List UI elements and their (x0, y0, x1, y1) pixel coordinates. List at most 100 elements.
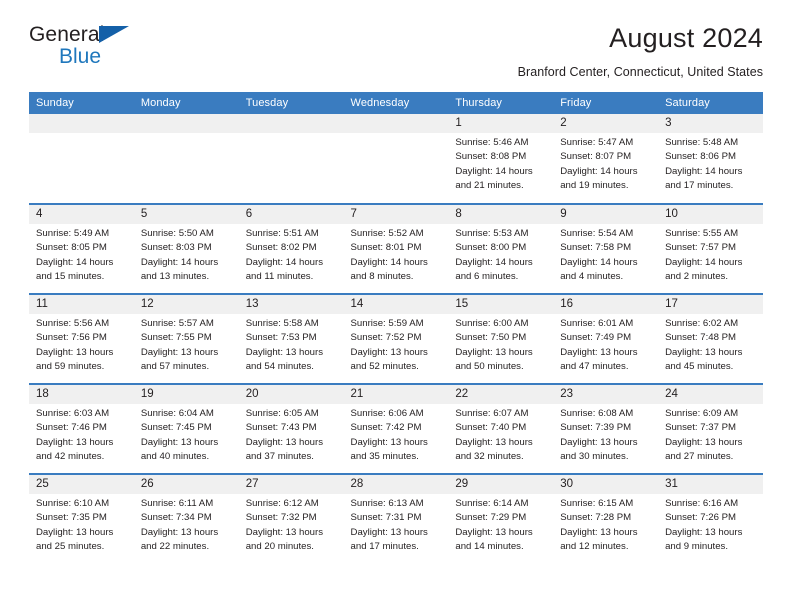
calendar-day-cell[interactable]: 14 Sunrise: 5:59 AM Sunset: 7:52 PM Dayligh… (343, 293, 449, 384)
calendar-day-cell[interactable]: 2 Sunrise: 5:47 AM Sunset: 8:07 PM Daylight… (553, 114, 659, 204)
day-details: Sunrise: 6:11 AM Sunset: 7:34 PM Daylight:… (134, 494, 239, 554)
calendar-day-cell[interactable]: 31 Sunrise: 6:16 AM Sunset: 7:26 PM Dayligh… (658, 473, 763, 564)
day-details: Sunrise: 6:14 AM Sunset: 7:29 PM Daylight:… (448, 494, 553, 554)
day-number: 7 (343, 205, 449, 224)
sunset-time: Sunset: 8:01 PM (350, 242, 422, 254)
day-number: 26 (133, 475, 239, 494)
day-details: Sunrise: 6:12 AM Sunset: 7:32 PM Daylight:… (239, 494, 344, 554)
daylight-duration-line2: and 20 minutes. (245, 540, 314, 552)
day-details: Sunrise: 6:00 AM Sunset: 7:50 PM Daylight:… (448, 314, 553, 374)
daylight-duration-line2: and 52 minutes. (350, 360, 419, 372)
daylight-duration-line2: and 13 minutes. (140, 270, 210, 282)
calendar-day-cell[interactable]: 30 Sunrise: 6:15 AM Sunset: 7:28 PM Dayligh… (553, 473, 659, 564)
daylight-duration-line1: Daylight: 13 hours (36, 436, 114, 448)
sunset-time: Sunset: 8:08 PM (455, 151, 527, 163)
day-details: Sunrise: 6:07 AM Sunset: 7:40 PM Daylight:… (448, 404, 553, 464)
sunrise-time: Sunrise: 5:53 AM (455, 228, 529, 239)
calendar-day-cell[interactable]: 5 Sunrise: 5:50 AM Sunset: 8:03 PM Daylight… (133, 203, 239, 294)
sunrise-time: Sunrise: 5:54 AM (560, 228, 634, 239)
weekday-header-monday: Monday (133, 92, 239, 114)
daylight-duration-line2: and 42 minutes. (36, 450, 105, 462)
calendar-day-cell[interactable]: 1 Sunrise: 5:46 AM Sunset: 8:08 PM Daylight… (448, 114, 554, 204)
daylight-duration-line2: and 9 minutes. (665, 540, 728, 552)
calendar-day-cell[interactable]: 7 Sunrise: 5:52 AM Sunset: 8:01 PM Daylight… (343, 203, 449, 294)
daylight-duration-line2: and 59 minutes. (36, 360, 105, 372)
calendar-day-cell[interactable]: 25 Sunrise: 6:10 AM Sunset: 7:35 PM Dayligh… (29, 473, 134, 564)
daylight-duration-line1: Daylight: 14 hours (665, 165, 743, 177)
calendar-day-cell[interactable]: 21 Sunrise: 6:06 AM Sunset: 7:42 PM Dayligh… (343, 383, 449, 474)
calendar-day-cell[interactable]: 26 Sunrise: 6:11 AM Sunset: 7:34 PM Dayligh… (133, 473, 239, 564)
day-details: Sunrise: 6:03 AM Sunset: 7:46 PM Daylight:… (29, 404, 134, 464)
day-details: Sunrise: 5:56 AM Sunset: 7:56 PM Daylight:… (29, 314, 134, 374)
calendar-day-cell-empty (29, 114, 134, 204)
calendar-day-cell[interactable]: 19 Sunrise: 6:04 AM Sunset: 7:45 PM Dayligh… (133, 383, 239, 474)
calendar-day-cell[interactable]: 29 Sunrise: 6:14 AM Sunset: 7:29 PM Dayligh… (448, 473, 554, 564)
sunset-time: Sunset: 8:05 PM (36, 242, 107, 254)
daylight-duration-line1: Daylight: 13 hours (560, 436, 638, 448)
weekday-header-saturday: Saturday (658, 92, 763, 114)
calendar-day-cell[interactable]: 27 Sunrise: 6:12 AM Sunset: 7:32 PM Dayligh… (238, 473, 344, 564)
sunset-time: Sunset: 8:06 PM (665, 151, 736, 163)
calendar-day-cell[interactable]: 13 Sunrise: 5:58 AM Sunset: 7:53 PM Dayligh… (238, 293, 344, 384)
day-details: Sunrise: 5:48 AM Sunset: 8:06 PM Daylight:… (658, 133, 763, 193)
day-number: 21 (343, 385, 449, 404)
day-details: Sunrise: 6:15 AM Sunset: 7:28 PM Daylight:… (553, 494, 658, 554)
day-details: Sunrise: 6:08 AM Sunset: 7:39 PM Daylight:… (553, 404, 658, 464)
daylight-duration-line1: Daylight: 13 hours (140, 526, 219, 538)
sunset-time: Sunset: 7:39 PM (560, 422, 632, 434)
calendar-week-row: 4 Sunrise: 5:49 AM Sunset: 8:05 PM Daylight… (29, 203, 763, 294)
calendar-day-cell[interactable]: 9 Sunrise: 5:54 AM Sunset: 7:58 PM Daylight… (553, 203, 659, 294)
day-number: 23 (553, 385, 659, 404)
calendar-day-cell[interactable]: 6 Sunrise: 5:51 AM Sunset: 8:02 PM Daylight… (238, 203, 344, 294)
day-number (133, 114, 239, 133)
calendar-day-cell[interactable]: 24 Sunrise: 6:09 AM Sunset: 7:37 PM Dayligh… (658, 383, 763, 474)
daylight-duration-line1: Daylight: 13 hours (560, 526, 638, 538)
calendar-day-cell[interactable]: 4 Sunrise: 5:49 AM Sunset: 8:05 PM Daylight… (29, 203, 134, 294)
day-details: Sunrise: 6:10 AM Sunset: 7:35 PM Daylight:… (29, 494, 134, 554)
daylight-duration-line2: and 40 minutes. (140, 450, 210, 462)
daylight-duration-line2: and 47 minutes. (560, 360, 629, 372)
day-details: Sunrise: 6:16 AM Sunset: 7:26 PM Daylight:… (658, 494, 763, 554)
calendar-day-cell[interactable]: 23 Sunrise: 6:08 AM Sunset: 7:39 PM Dayligh… (553, 383, 659, 474)
calendar-day-cell[interactable]: 8 Sunrise: 5:53 AM Sunset: 8:00 PM Daylight… (448, 203, 554, 294)
sunrise-time: Sunrise: 5:46 AM (455, 137, 529, 148)
sunset-time: Sunset: 7:53 PM (245, 332, 317, 344)
calendar-day-cell[interactable]: 28 Sunrise: 6:13 AM Sunset: 7:31 PM Dayligh… (343, 473, 449, 564)
triangle-flag-icon (99, 26, 129, 43)
daylight-duration-line1: Daylight: 14 hours (560, 165, 638, 177)
calendar-day-cell[interactable]: 20 Sunrise: 6:05 AM Sunset: 7:43 PM Dayligh… (238, 383, 344, 474)
day-details: Sunrise: 5:51 AM Sunset: 8:02 PM Daylight:… (239, 224, 344, 284)
daylight-duration-line1: Daylight: 13 hours (245, 346, 324, 358)
calendar-day-cell[interactable]: 11 Sunrise: 5:56 AM Sunset: 7:56 PM Dayligh… (29, 293, 134, 384)
day-number: 28 (343, 475, 449, 494)
sunset-time: Sunset: 7:28 PM (560, 512, 632, 524)
sunrise-time: Sunrise: 5:48 AM (665, 137, 739, 148)
general-blue-logo[interactable]: General Blue (29, 24, 141, 70)
day-number: 3 (658, 114, 763, 133)
calendar-day-cell[interactable]: 15 Sunrise: 6:00 AM Sunset: 7:50 PM Dayligh… (448, 293, 554, 384)
daylight-duration-line2: and 12 minutes. (560, 540, 629, 552)
daylight-duration-line1: Daylight: 14 hours (350, 256, 428, 268)
sunrise-time: Sunrise: 6:05 AM (245, 408, 319, 419)
calendar-day-cell-empty (238, 114, 344, 204)
calendar-day-cell[interactable]: 3 Sunrise: 5:48 AM Sunset: 8:06 PM Daylight… (658, 114, 763, 204)
sunrise-time: Sunrise: 5:49 AM (36, 228, 110, 239)
daylight-duration-line2: and 6 minutes. (455, 270, 519, 282)
sunset-time: Sunset: 7:57 PM (665, 242, 736, 254)
day-number: 13 (238, 295, 344, 314)
sunset-time: Sunset: 7:50 PM (455, 332, 527, 344)
calendar-day-cell[interactable]: 12 Sunrise: 5:57 AM Sunset: 7:55 PM Dayligh… (133, 293, 239, 384)
sunset-time: Sunset: 7:48 PM (665, 332, 736, 344)
day-number: 19 (133, 385, 239, 404)
day-number: 22 (448, 385, 554, 404)
calendar-day-cell[interactable]: 17 Sunrise: 6:02 AM Sunset: 7:48 PM Dayligh… (658, 293, 763, 384)
sunrise-time: Sunrise: 5:47 AM (560, 137, 634, 148)
daylight-duration-line2: and 57 minutes. (140, 360, 210, 372)
calendar-day-cell[interactable]: 10 Sunrise: 5:55 AM Sunset: 7:57 PM Dayligh… (658, 203, 763, 294)
calendar-day-cell[interactable]: 22 Sunrise: 6:07 AM Sunset: 7:40 PM Dayligh… (448, 383, 554, 474)
daylight-duration-line1: Daylight: 14 hours (665, 256, 743, 268)
calendar-day-cell[interactable]: 18 Sunrise: 6:03 AM Sunset: 7:46 PM Dayligh… (29, 383, 134, 474)
day-details: Sunrise: 6:13 AM Sunset: 7:31 PM Daylight:… (344, 494, 449, 554)
calendar-day-cell[interactable]: 16 Sunrise: 6:01 AM Sunset: 7:49 PM Dayligh… (553, 293, 659, 384)
sunrise-time: Sunrise: 6:09 AM (665, 408, 739, 419)
